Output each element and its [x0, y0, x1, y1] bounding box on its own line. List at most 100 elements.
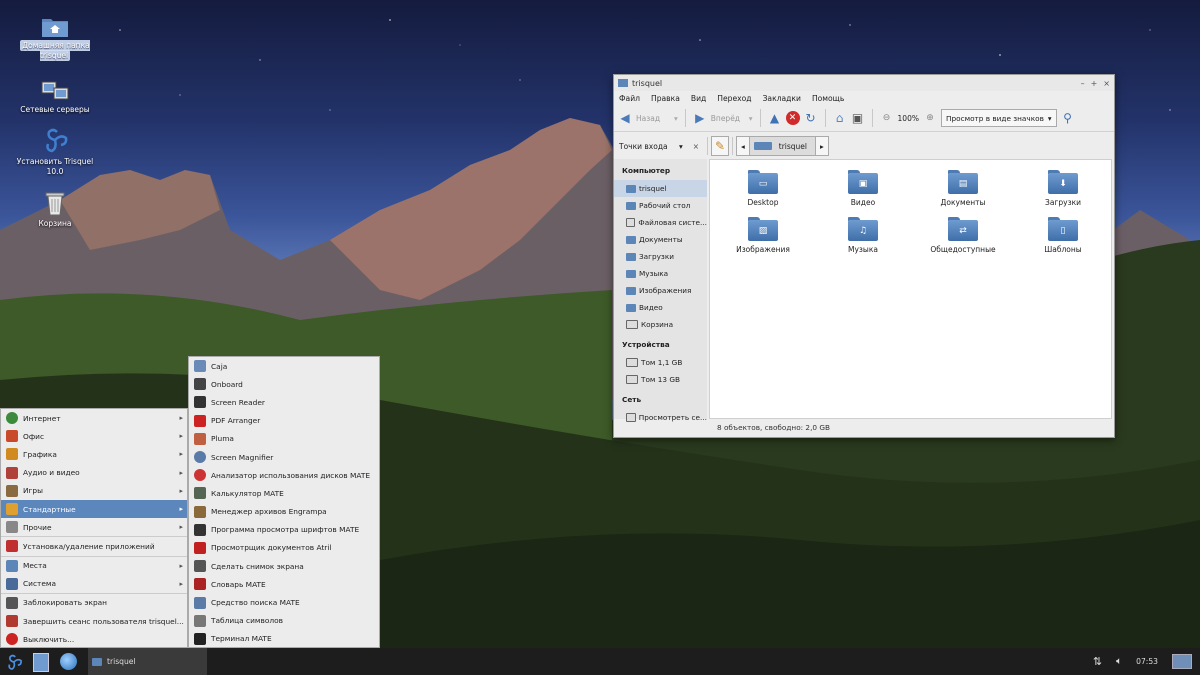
menu-item-places[interactable]: Места ▸	[1, 557, 187, 575]
menu-help[interactable]: Помощь	[812, 94, 844, 103]
sidebar-item-downloads[interactable]: Загрузки	[614, 248, 707, 265]
menu-item-graphics[interactable]: Графика ▸	[1, 445, 187, 463]
back-arrow-icon[interactable]: ◀	[618, 111, 632, 125]
submenu-item-engrampa[interactable]: Менеджер архивов Engrampa	[189, 503, 379, 521]
volume-icon[interactable]: 🔈︎	[1116, 656, 1122, 667]
close-icon[interactable]: ×	[1103, 79, 1110, 88]
network-arrows-icon[interactable]: ⇅	[1093, 655, 1102, 668]
sidebar-item-music[interactable]: Музыка	[614, 265, 707, 282]
edit-location-icon[interactable]: ✎	[711, 136, 729, 156]
sidebar-selector[interactable]: Точки входа ▾ ×	[614, 142, 704, 151]
back-button[interactable]: Назад	[636, 114, 670, 123]
clock[interactable]: 07:53	[1136, 657, 1158, 666]
submenu-item-caja[interactable]: Caja	[189, 357, 379, 375]
sidebar-item-volume-2[interactable]: Том 13 GB	[614, 371, 707, 388]
home-icon[interactable]: ⌂	[833, 111, 847, 125]
breadcrumb-item[interactable]: trisquel	[748, 137, 816, 155]
trisquel-menu-icon[interactable]	[5, 653, 23, 673]
sidebar-item-desktop[interactable]: Рабочий стол	[614, 197, 707, 214]
show-desktop-icon[interactable]	[1172, 654, 1192, 669]
sidebar-item-videos[interactable]: Видео	[614, 299, 707, 316]
file-item[interactable]: ▨ Изображения	[718, 217, 808, 254]
browser-launcher-icon[interactable]	[60, 653, 77, 670]
sidebar-item-filesystem[interactable]: Файловая систе...	[614, 214, 707, 231]
submenu-item-screen-reader[interactable]: Screen Reader	[189, 393, 379, 411]
computer-icon[interactable]: ▣	[851, 111, 865, 125]
submenu-item-screenshot[interactable]: Сделать снимок экрана	[189, 557, 379, 575]
breadcrumb-right-icon[interactable]: ▸	[816, 142, 828, 151]
menu-item-office[interactable]: Офис ▸	[1, 427, 187, 445]
zoom-out-icon[interactable]: ⊖	[880, 111, 894, 125]
submenu-item-atril[interactable]: Просмотрщик документов Atril	[189, 539, 379, 557]
zoom-in-icon[interactable]: ⊕	[923, 111, 937, 125]
menu-item-label: Офис	[23, 431, 45, 441]
submenu-item-pdf-arranger[interactable]: PDF Arranger	[189, 412, 379, 430]
file-item[interactable]: ▭ Desktop	[718, 170, 808, 207]
desktop-icon-home[interactable]: Домашняя папка trisquel	[16, 16, 94, 61]
sidebar-item-documents[interactable]: Документы	[614, 231, 707, 248]
stop-icon[interactable]: ✕	[785, 111, 800, 125]
menu-item-accessories[interactable]: Стандартные ▸	[1, 499, 187, 519]
forward-arrow-icon[interactable]: ▶	[693, 111, 707, 125]
breadcrumb-left-icon[interactable]: ◂	[737, 142, 749, 151]
text-editor-launcher-icon[interactable]	[33, 653, 49, 672]
file-item[interactable]: ▤ Документы	[918, 170, 1008, 207]
submenu-item-search-tool[interactable]: Средство поиска MATE	[189, 593, 379, 611]
taskbar-button-trisquel[interactable]: trisquel	[88, 648, 207, 675]
minimize-icon[interactable]: –	[1081, 79, 1085, 88]
submenu-item-calculator[interactable]: Калькулятор MATE	[189, 484, 379, 502]
maximize-icon[interactable]: +	[1091, 79, 1098, 88]
submenu-item-disk-usage[interactable]: Анализатор использования дисков MATE	[189, 466, 379, 484]
sidebar-item-trash[interactable]: Корзина	[614, 316, 707, 333]
search-icon	[194, 596, 206, 609]
file-item[interactable]: ▣ Видео	[818, 170, 908, 207]
menu-item-lock-screen[interactable]: Заблокировать экран	[1, 594, 187, 612]
menu-file[interactable]: Файл	[619, 94, 640, 103]
reload-icon[interactable]: ↻	[804, 111, 818, 125]
close-sidebar-icon[interactable]: ×	[693, 142, 699, 151]
menu-item-internet[interactable]: Интернет ▸	[1, 409, 187, 427]
search-icon[interactable]: ⚲	[1061, 111, 1075, 125]
up-arrow-icon[interactable]: ▲	[768, 111, 782, 125]
menu-item-system[interactable]: Система ▸	[1, 575, 187, 593]
file-item[interactable]: ♫ Музыка	[818, 217, 908, 254]
forward-dropdown-icon[interactable]: ▾	[749, 114, 753, 123]
menu-item-shutdown[interactable]: Выключить...	[1, 630, 187, 648]
font-viewer-icon	[194, 523, 206, 536]
toolbar: ◀ Назад ▾ ▶ Вперёд ▾ ▲ ✕ ↻ ⌂ ▣ ⊖ 100% ⊕ …	[614, 105, 1114, 131]
menu-go[interactable]: Переход	[717, 94, 751, 103]
menu-item-logout[interactable]: Завершить сеанс пользователя trisquel...	[1, 612, 187, 630]
desktop-icon-trash[interactable]: Корзина	[16, 190, 94, 229]
sidebar-item-pictures[interactable]: Изображения	[614, 282, 707, 299]
submenu-item-screen-magnifier[interactable]: Screen Magnifier	[189, 448, 379, 466]
submenu-item-font-viewer[interactable]: Программа просмотра шрифтов MATE	[189, 521, 379, 539]
submenu-item-pluma[interactable]: Pluma	[189, 430, 379, 448]
menu-edit[interactable]: Правка	[651, 94, 680, 103]
file-item[interactable]: ⇄ Общедоступные	[918, 217, 1008, 254]
menu-item-games[interactable]: Игры ▸	[1, 482, 187, 500]
home-folder-icon	[626, 184, 636, 193]
menu-item-audio-video[interactable]: Аудио и видео ▸	[1, 464, 187, 482]
submenu-item-terminal[interactable]: Терминал MATE	[189, 630, 379, 648]
view-mode-select[interactable]: Просмотр в виде значков ▾	[940, 109, 1057, 127]
file-item[interactable]: ⬇ Загрузки	[1018, 170, 1108, 207]
submenu-item-char-map[interactable]: Таблица символов	[189, 612, 379, 630]
menu-item-add-remove[interactable]: Установка/удаление приложений	[1, 537, 187, 555]
folder-icon: ♫	[848, 217, 878, 241]
submenu-item-dictionary[interactable]: Словарь MATE	[189, 575, 379, 593]
sidebar-item-browse-network[interactable]: Просмотреть се...	[614, 409, 707, 426]
menu-view[interactable]: Вид	[691, 94, 706, 103]
desktop-icon-network-servers[interactable]: Сетевые серверы	[16, 80, 94, 115]
menu-item-other[interactable]: Прочие ▸	[1, 518, 187, 536]
text-editor-icon	[194, 432, 206, 445]
desktop-icon-install-trisquel[interactable]: Установить Trisquel 10.0	[10, 126, 100, 177]
window-titlebar[interactable]: trisquel – + ×	[614, 75, 1114, 91]
file-item[interactable]: ▯ Шаблоны	[1018, 217, 1108, 254]
submenu-item-onboard[interactable]: Onboard	[189, 375, 379, 393]
back-dropdown-icon[interactable]: ▾	[674, 114, 678, 123]
forward-button[interactable]: Вперёд	[711, 114, 745, 123]
sidebar-item-home[interactable]: trisquel	[614, 180, 707, 197]
menu-bookmarks[interactable]: Закладки	[763, 94, 801, 103]
screen-reader-icon	[194, 396, 206, 409]
sidebar-item-volume-1[interactable]: Том 1,1 GB	[614, 354, 707, 371]
